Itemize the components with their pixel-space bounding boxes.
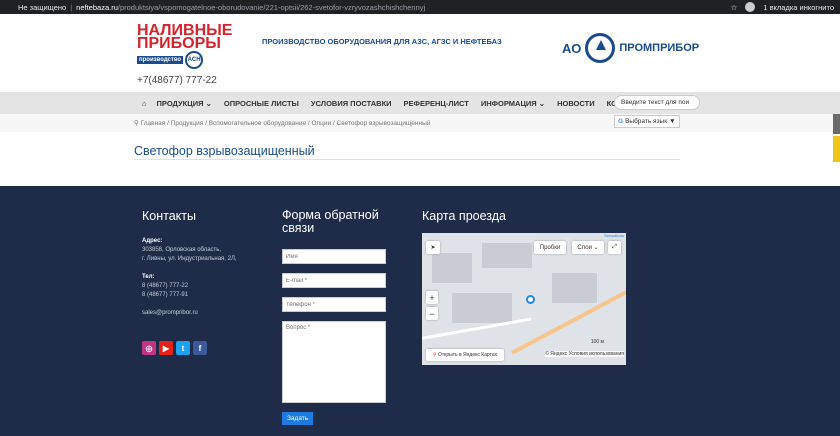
map-corner-label: Sensations bbox=[604, 233, 624, 238]
map-terms[interactable]: © Яндекс Условия использования bbox=[545, 351, 624, 357]
breadcrumb-products[interactable]: Продукция bbox=[171, 120, 204, 127]
nav-item-info[interactable]: ИНФОРМАЦИЯ ⌄ bbox=[481, 99, 545, 108]
map-pin-icon[interactable] bbox=[526, 295, 535, 304]
phone-1[interactable]: 8 (48677) 777-22 bbox=[142, 283, 188, 289]
map-block bbox=[482, 243, 532, 268]
map-block bbox=[452, 293, 512, 323]
submit-button[interactable]: Задать bbox=[282, 412, 314, 425]
map-block bbox=[432, 253, 472, 283]
nav-item-products[interactable]: ПРОДУКЦИЯ ⌄ bbox=[157, 99, 212, 108]
nav-item-news[interactable]: НОВОСТИ bbox=[557, 99, 595, 108]
logo-line2: ПРИБОРЫ bbox=[137, 35, 221, 52]
email-input[interactable] bbox=[282, 273, 386, 288]
url-path[interactable]: /produktsiya/vspomogatelnoe-oborudovanie… bbox=[118, 3, 425, 12]
star-icon[interactable]: ☆ bbox=[731, 3, 738, 12]
language-select[interactable]: G Выбрать язык ▼ bbox=[614, 115, 680, 128]
fullscreen-icon[interactable]: ⤢ bbox=[608, 241, 621, 254]
email-link[interactable]: sales@prompribor.ru bbox=[142, 310, 198, 316]
map-scale: 100 м bbox=[590, 339, 604, 345]
question-textarea[interactable] bbox=[282, 321, 386, 403]
side-tab[interactable] bbox=[833, 136, 840, 162]
logo-circle: АСН bbox=[185, 51, 204, 69]
breadcrumb-aux[interactable]: Вспомогательное оборудование bbox=[209, 120, 306, 127]
chevron-down-icon: ▼ bbox=[669, 118, 676, 125]
site-footer bbox=[0, 186, 840, 436]
name-input[interactable] bbox=[282, 249, 386, 264]
phone-2[interactable]: 8 (48677) 777-91 bbox=[142, 292, 188, 298]
map-block bbox=[552, 273, 597, 303]
brand-name: ПРОМПРИБОР bbox=[619, 42, 700, 54]
scroll-indicator bbox=[833, 114, 840, 134]
instagram-icon[interactable]: ◎ bbox=[142, 341, 156, 355]
phone-label: Тел: bbox=[142, 274, 155, 280]
logo-badge-text: производство bbox=[137, 56, 184, 64]
facebook-icon[interactable]: f bbox=[193, 341, 207, 355]
twitter-icon[interactable]: t bbox=[176, 341, 190, 355]
header-slogan: ПРОИЗВОДСТВО ОБОРУДОВАНИЯ ДЛЯ АЗС, АГЗС … bbox=[262, 37, 502, 46]
title-divider bbox=[134, 159, 680, 160]
map-marker-icon: ⚲ bbox=[432, 352, 437, 358]
security-label[interactable]: Не защищено bbox=[18, 3, 66, 12]
url-separator: | bbox=[70, 2, 73, 12]
address-label: Адрес: bbox=[142, 238, 163, 244]
site-header bbox=[0, 14, 840, 92]
location-icon: ⚲ bbox=[134, 120, 141, 127]
phone-input[interactable] bbox=[282, 297, 386, 312]
address-line2: г. Ливны, ул. Индустриальная, 2Л, bbox=[142, 256, 237, 262]
address-line1: 303858, Орловская область, bbox=[142, 247, 222, 253]
locate-icon[interactable]: ➤ bbox=[426, 241, 440, 254]
header-phone[interactable]: +7(48677) 777-22 bbox=[137, 75, 217, 86]
incognito-label[interactable]: 1 вкладка инкогнито bbox=[763, 3, 834, 12]
main-nav: ⌂ ПРОДУКЦИЯ ⌄ ОПРОСНЫЕ ЛИСТЫ УСЛОВИЯ ПОС… bbox=[0, 92, 840, 114]
browser-bar: Не защищено | neftebaza.ru/produktsiya/v… bbox=[0, 0, 840, 14]
breadcrumb-list: ⚲ Главная / Продукция / Вспомогательное … bbox=[134, 119, 430, 127]
social-links: ◎ ▶ t f bbox=[142, 341, 207, 355]
brand-ao: АО bbox=[562, 40, 582, 56]
breadcrumb-options[interactable]: Опции bbox=[312, 120, 332, 127]
url-domain[interactable]: neftebaza.ru bbox=[76, 3, 118, 12]
logo-badge: производство АСН bbox=[137, 51, 204, 69]
incognito-icon bbox=[745, 2, 756, 12]
form-heading-line2: связи bbox=[282, 221, 315, 235]
nav-item-questionnaires[interactable]: ОПРОСНЫЕ ЛИСТЫ bbox=[224, 99, 299, 108]
youtube-icon[interactable]: ▶ bbox=[159, 341, 173, 355]
traffic-button[interactable]: Пробки bbox=[534, 241, 566, 254]
contacts-block: Адрес: 303858, Орловская область, г. Лив… bbox=[142, 237, 262, 318]
brand-logo[interactable]: АО ПРОМПРИБОР bbox=[562, 33, 699, 63]
home-icon[interactable]: ⌂ bbox=[142, 99, 147, 108]
form-heading: Форма обратной связи bbox=[282, 209, 379, 235]
layers-button[interactable]: Слои ⌄ bbox=[572, 241, 604, 254]
nav-item-references[interactable]: РЕФЕРЕНЦ-ЛИСТ bbox=[404, 99, 469, 108]
nav-item-delivery[interactable]: УСЛОВИЯ ПОСТАВКИ bbox=[311, 99, 392, 108]
page-title: Светофор взрывозащищенный bbox=[134, 144, 315, 158]
open-yandex-label: Открыть в Яндекс Картах bbox=[437, 352, 498, 358]
breadcrumb: ⚲ Главная / Продукция / Вспомогательное … bbox=[0, 114, 840, 132]
language-label: Выбрать язык bbox=[625, 118, 668, 125]
breadcrumb-home[interactable]: Главная bbox=[141, 120, 166, 127]
browser-right: ☆ 1 вкладка инкогнито bbox=[731, 2, 834, 12]
translate-input[interactable]: Введите текст для пои bbox=[614, 95, 700, 110]
contacts-heading: Контакты bbox=[142, 209, 196, 223]
map-widget[interactable]: ➤ Пробки Слои ⌄ ⤢ + − ⚲ Открыть в Яндекс… bbox=[422, 233, 626, 365]
map-heading: Карта проезда bbox=[422, 209, 506, 223]
breadcrumb-current: Светофор взрывозащищенный bbox=[336, 120, 431, 127]
google-icon: G bbox=[618, 118, 624, 125]
zoom-in-button[interactable]: + bbox=[426, 291, 438, 304]
site-logo[interactable]: НАЛИВНЫЕ ПРИБОРЫ bbox=[137, 23, 232, 52]
zoom-out-button[interactable]: − bbox=[426, 307, 438, 320]
open-yandex-link[interactable]: ⚲ Открыть в Яндекс Картах bbox=[426, 349, 504, 361]
brand-ring-icon bbox=[585, 33, 616, 63]
